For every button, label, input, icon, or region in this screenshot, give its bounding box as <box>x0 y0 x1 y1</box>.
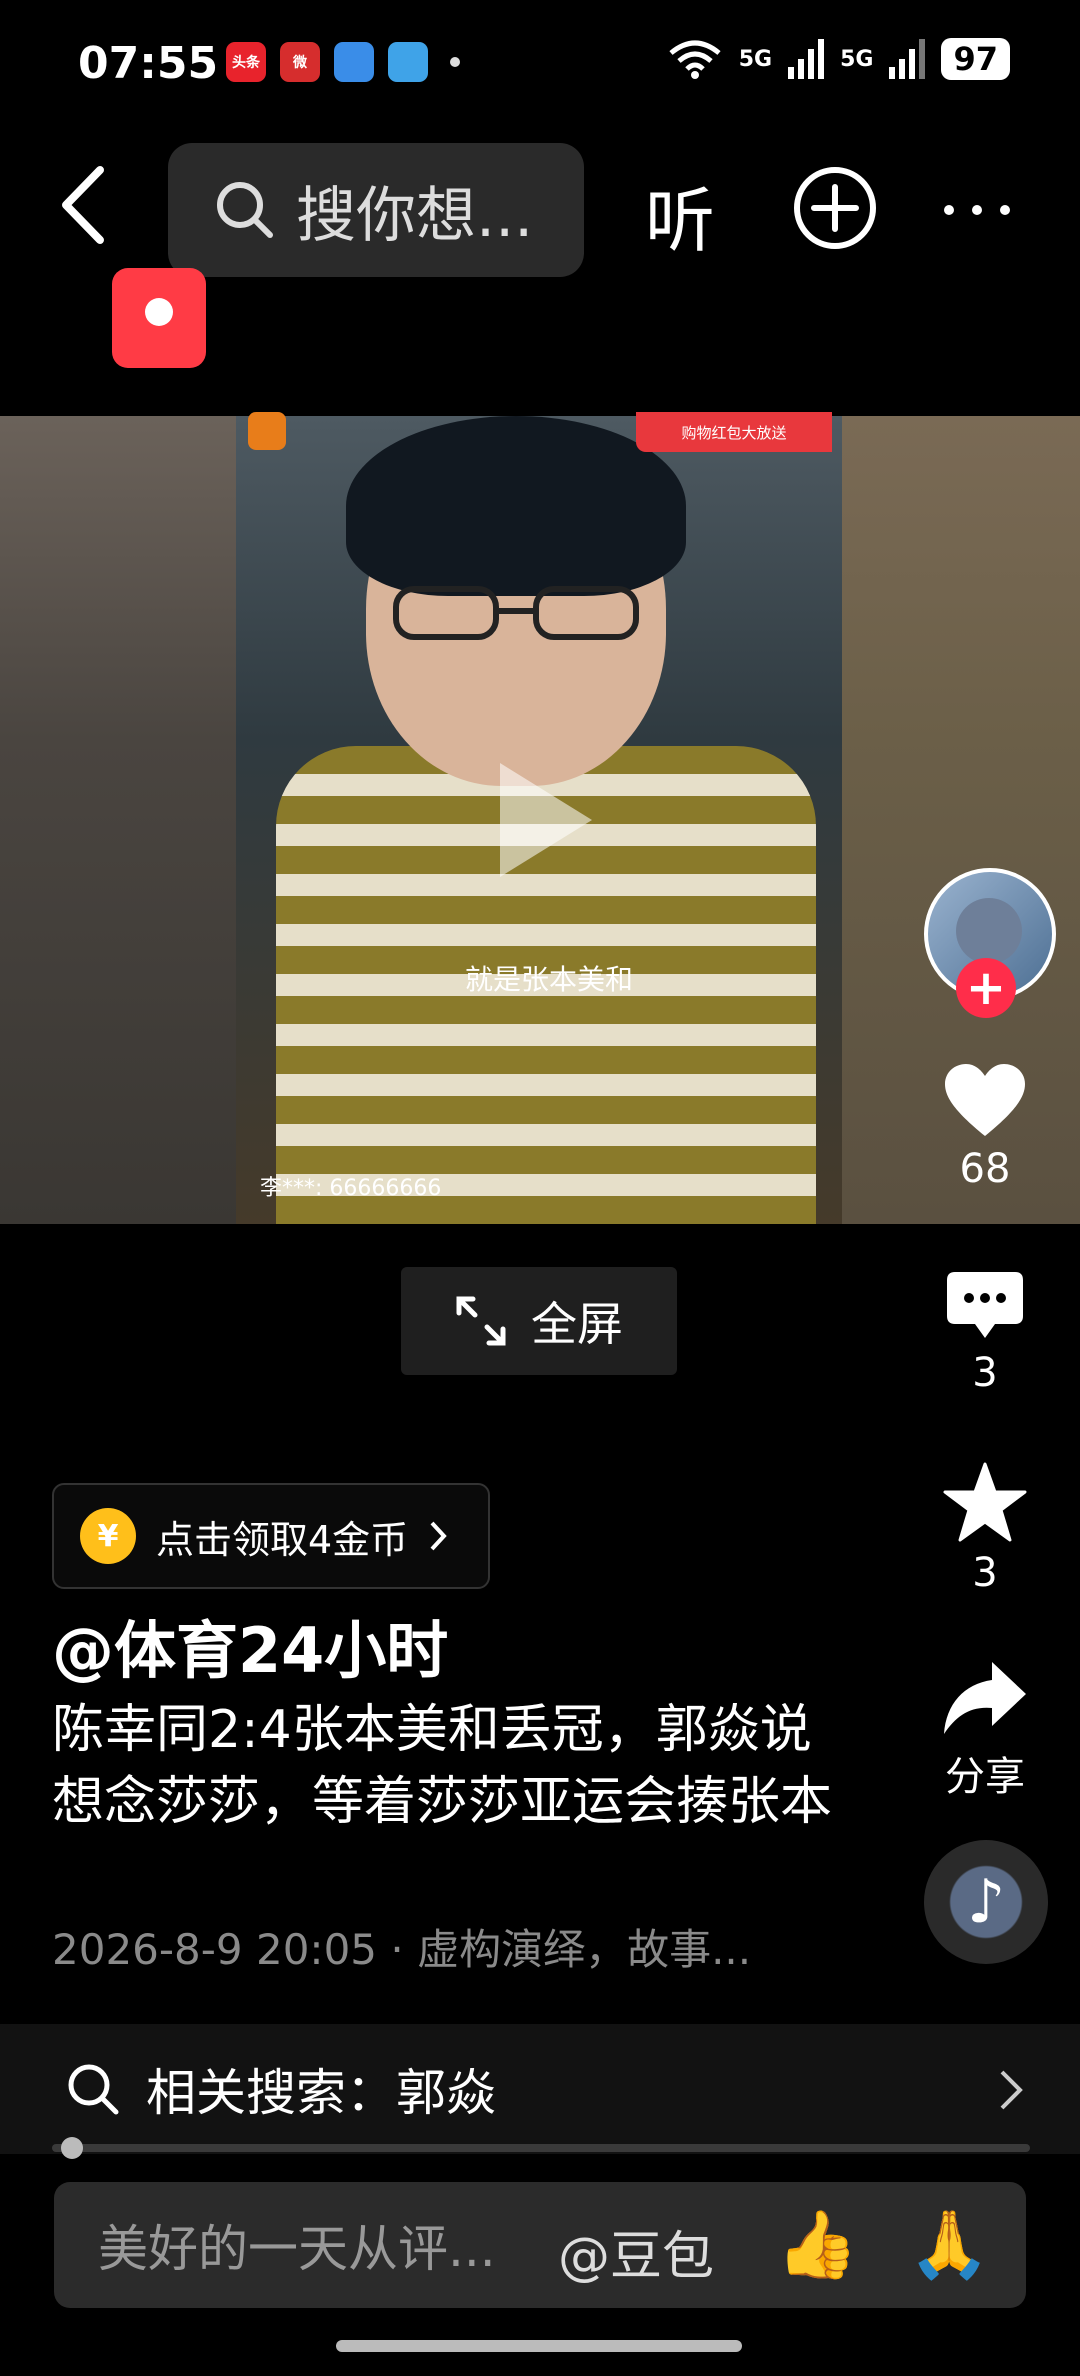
more-options-button[interactable] <box>944 205 1010 215</box>
pray-emoji[interactable]: 🙏 <box>908 2206 990 2284</box>
related-search-bar[interactable]: 相关搜索：郭焱 <box>0 2024 1080 2154</box>
video-subject-hair <box>346 416 686 596</box>
network-label-1: 5G <box>738 46 773 72</box>
comment-input[interactable]: 美好的一天从评... <box>54 2182 1026 2308</box>
author-name[interactable]: @体育24小时 <box>52 1600 448 1690</box>
coin-reward-label: 点击领取4金币 <box>156 1517 409 1562</box>
coin-reward-button[interactable]: ¥ 点击领取4金币 <box>52 1483 490 1589</box>
mention-doubao[interactable]: @豆包 <box>558 2214 714 2289</box>
search-icon <box>68 2064 119 2115</box>
like-button[interactable]: 68 <box>935 1062 1035 1192</box>
signal-icon-2 <box>889 39 926 79</box>
video-progress-track[interactable] <box>52 2144 1030 2152</box>
live-badge-icon <box>248 412 286 450</box>
chevron-right-icon <box>1000 2070 1023 2110</box>
more-notifications-dot <box>450 57 460 67</box>
music-disc-icon[interactable]: ♪ <box>924 1840 1048 1964</box>
live-chat-line: 李***: 66666666 <box>260 1176 442 1201</box>
star-icon <box>943 1462 1027 1542</box>
chevron-right-icon <box>430 1521 447 1551</box>
comment-button[interactable]: 3 <box>935 1270 1035 1396</box>
listen-button[interactable]: 听 <box>645 165 715 266</box>
browser-app-icon <box>334 42 374 82</box>
follow-plus-icon[interactable]: + <box>956 958 1016 1018</box>
fullscreen-label: 全屏 <box>531 1297 623 1351</box>
weather-app-icon <box>388 42 428 82</box>
search-placeholder: 搜你想... <box>296 180 534 251</box>
status-time: 07:55 <box>78 38 219 89</box>
battery-level: 97 <box>941 38 1010 80</box>
expand-icon <box>456 1296 506 1346</box>
search-icon <box>217 182 273 238</box>
video-progress-thumb[interactable] <box>60 2137 83 2159</box>
wifi-icon <box>669 40 721 79</box>
thumbs-up-emoji[interactable]: 👍 <box>776 2206 858 2284</box>
glasses-shape <box>393 586 639 640</box>
back-icon[interactable] <box>52 160 122 250</box>
coin-icon: ¥ <box>80 1508 136 1564</box>
comment-icon <box>947 1272 1023 1338</box>
like-count: 68 <box>959 1146 1011 1192</box>
video-subtitle: 就是张本美和 <box>465 963 634 996</box>
home-indicator[interactable] <box>336 2340 742 2352</box>
shopping-banner[interactable]: 购物红包大放送 <box>636 412 832 452</box>
share-label: 分享 <box>945 1754 1025 1800</box>
share-button[interactable]: 分享 <box>935 1660 1035 1802</box>
app-icon-2: 微 <box>280 42 320 82</box>
favorite-count: 3 <box>972 1550 998 1596</box>
play-icon[interactable] <box>490 755 600 885</box>
search-bar[interactable]: 搜你想... <box>168 143 584 277</box>
status-right: 5G 5G 97 <box>667 38 1010 80</box>
heart-icon <box>945 1064 1025 1136</box>
red-packet-icon[interactable] <box>112 268 206 368</box>
comment-placeholder: 美好的一天从评... <box>98 2220 496 2278</box>
comment-count: 3 <box>972 1350 998 1396</box>
toutiao-app-icon: 头条 <box>226 42 266 82</box>
video-blur-left <box>0 416 236 1224</box>
favorite-button[interactable]: 3 <box>935 1462 1035 1596</box>
related-search-label: 相关搜索：郭焱 <box>146 2064 496 2122</box>
video-description: 陈幸同2:4张本美和丢冠，郭焱说想念莎莎，等着莎莎亚运会揍张本 <box>52 1700 833 1832</box>
fullscreen-button[interactable]: 全屏 <box>401 1267 677 1375</box>
share-arrow-icon <box>944 1662 1026 1734</box>
status-app-icons: 头条 微 <box>226 42 460 82</box>
network-label-2: 5G <box>840 46 874 72</box>
signal-icon-1 <box>788 39 825 79</box>
video-meta: 2026-8-9 20:05 · 虚构演绎，故事... <box>52 1925 752 1974</box>
add-circle-icon[interactable] <box>792 165 878 251</box>
